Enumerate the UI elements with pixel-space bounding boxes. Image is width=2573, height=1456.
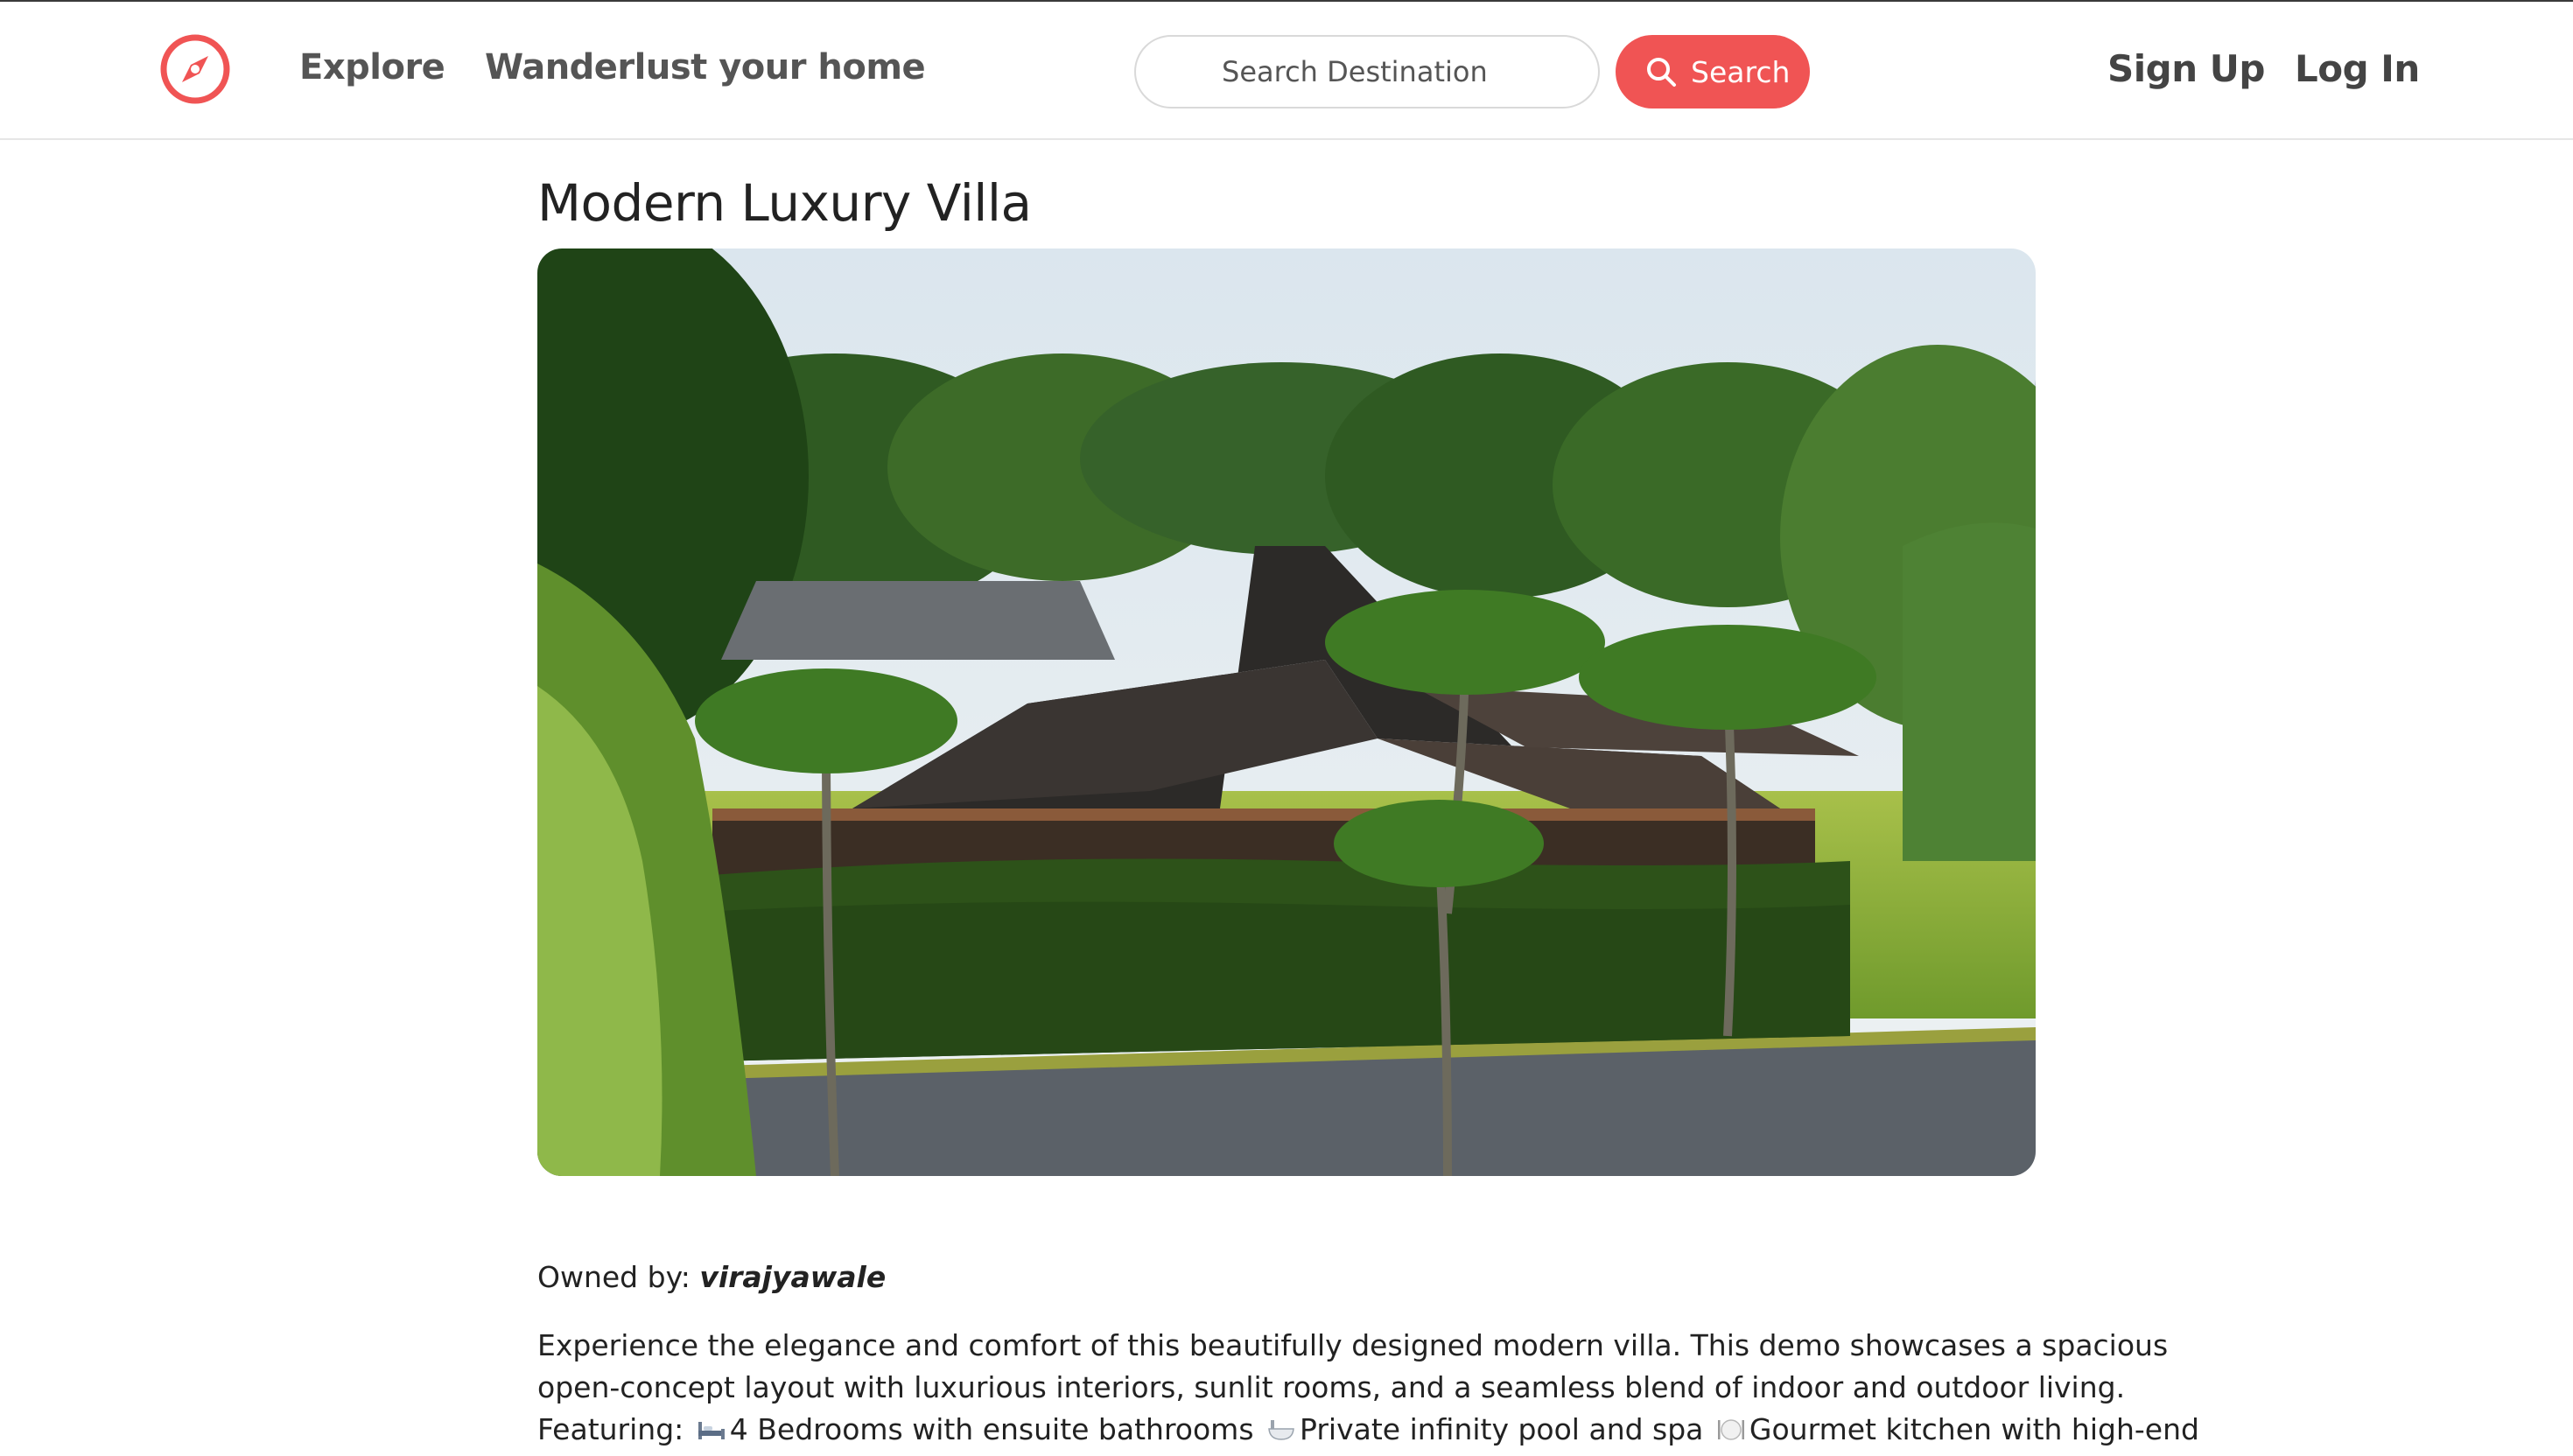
search-button-label: Search [1691, 54, 1791, 89]
listing-description: Experience the elegance and comfort of t… [537, 1325, 2199, 1451]
feature-text-pool: Private infinity pool and spa [1300, 1412, 1704, 1446]
signup-link[interactable]: Sign Up [2107, 47, 2265, 90]
features-prefix: Featuring: [537, 1412, 684, 1446]
description-line: open-concept layout with luxurious inter… [537, 1370, 2126, 1404]
nav-link-explore[interactable]: Explore [299, 47, 445, 88]
owner-line: Owned by: virajyawale [537, 1260, 886, 1294]
nav-link-wanderlust-your-home[interactable]: Wanderlust your home [485, 47, 926, 88]
page-title: Modern Luxury Villa [537, 173, 1032, 233]
login-link[interactable]: Log In [2295, 47, 2420, 90]
bed-icon [697, 1412, 726, 1439]
listing-photo [537, 248, 2036, 1176]
bathtub-icon [1266, 1412, 1296, 1440]
owner-label: Owned by: [537, 1260, 700, 1294]
owner-name: virajyawale [699, 1260, 887, 1294]
feature-text-kitchen: Gourmet kitchen with high-end [1749, 1412, 2199, 1446]
description-line: Experience the elegance and comfort of t… [537, 1328, 2169, 1362]
search-input[interactable] [1134, 35, 1600, 108]
feature-text-bedrooms: 4 Bedrooms with ensuite bathrooms [729, 1412, 1254, 1446]
features-line: Featuring: 4 Bedrooms with ensuite bathr… [537, 1409, 2199, 1451]
search-button[interactable]: Search [1616, 35, 1810, 108]
search-icon [1644, 54, 1679, 89]
plate-icon [1716, 1412, 1746, 1440]
navbar: Explore Wanderlust your home Search Sign… [0, 2, 2573, 140]
compass-icon[interactable] [159, 33, 231, 105]
